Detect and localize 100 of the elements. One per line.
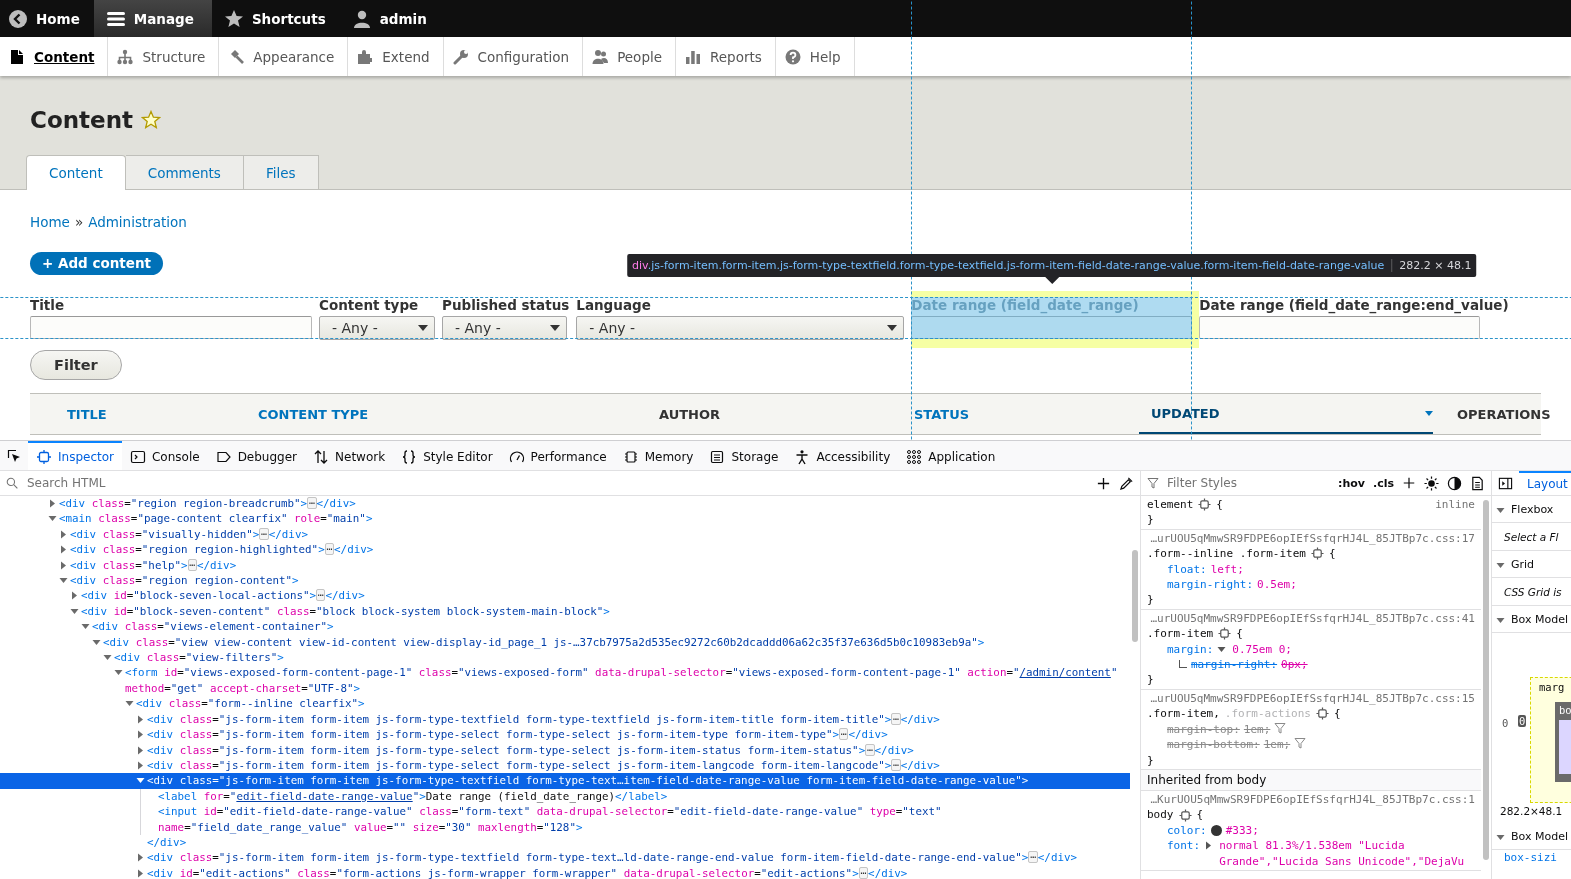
devtools-tab[interactable]: Storage — [701, 441, 787, 470]
dark-theme-button[interactable] — [1447, 475, 1462, 491]
sidebar-toggle-button[interactable] — [1498, 475, 1513, 491]
filter-styles-field[interactable]: Filter Styles — [1167, 476, 1330, 490]
toggle-button[interactable]: .cls — [1372, 476, 1394, 490]
breadcrumb-link[interactable]: Home — [30, 214, 70, 230]
expand-toggle-icon[interactable] — [136, 853, 145, 863]
toolbar-tab[interactable]: Home — [8, 0, 94, 37]
add-rule-button[interactable] — [1402, 476, 1416, 490]
toggle-button[interactable]: :hov — [1338, 476, 1365, 490]
toolbar-tab[interactable]: Shortcuts — [211, 0, 340, 37]
markup-row[interactable]: <div class="view view-content view-id-content view-display-id_page_1 js-…37cb7975a2d535ec9272c60b2dcaddd06a62c35f37e636d5b0c10983eb9a"> — [0, 634, 1130, 651]
markup-row[interactable]: <div class="visually-hidden">⋯</div> — [0, 526, 1130, 543]
markup-row[interactable]: <div class="form--inline clearfix"> — [0, 696, 1130, 712]
devtools-tab[interactable]: Debugger — [207, 441, 306, 470]
section-heading[interactable]: Grid — [1511, 557, 1535, 571]
dropdown[interactable]: - Any - — [319, 316, 435, 340]
expand-toggle-icon[interactable] — [48, 499, 57, 508]
box-value[interactable]: 0 — [1518, 715, 1527, 727]
expand-toggle-icon[interactable] — [59, 545, 68, 555]
column-header[interactable]: TITLE — [55, 394, 246, 434]
expand-toggle-icon[interactable] — [136, 745, 145, 755]
markup-row[interactable]: <div class="region region-highlighted">⋯</div> — [0, 542, 1130, 558]
light-theme-button[interactable] — [1424, 475, 1439, 491]
toolbar-tab[interactable]: admin — [339, 0, 441, 37]
expand-toggle-icon[interactable] — [92, 637, 101, 647]
expand-toggle-icon[interactable] — [1496, 616, 1505, 625]
expand-toggle-icon[interactable] — [70, 606, 79, 616]
dropdown[interactable]: - Any - — [442, 316, 567, 340]
expand-toggle-icon[interactable] — [103, 653, 112, 663]
add-content-button[interactable]: + Add content — [30, 252, 164, 275]
markup-row[interactable]: <div class="js-form-item form-item js-form-type-textfield form-type-text…item-field-date-range-value form-item-field-date-range-value"> — [0, 773, 1130, 789]
column-header[interactable]: STATUS — [902, 394, 1139, 434]
page-tab[interactable]: Files — [243, 155, 319, 189]
expand-icon[interactable] — [1204, 841, 1214, 851]
markup-row[interactable]: <main class="page-content clearfix" role="main"> — [0, 511, 1130, 527]
text-field[interactable] — [1199, 316, 1481, 339]
devtools-tab[interactable]: Console — [122, 441, 208, 470]
markup-row[interactable]: <div class="help">⋯</div> — [0, 557, 1130, 574]
markup-row[interactable]: <div id="block-seven-local-actions">⋯</div> — [0, 588, 1130, 604]
expand-toggle-icon[interactable] — [136, 776, 145, 786]
expand-toggle-icon[interactable] — [59, 576, 68, 586]
expand-toggle-icon[interactable] — [136, 714, 145, 724]
add-node-button[interactable] — [1096, 475, 1111, 491]
scrollbar-thumb[interactable] — [1483, 500, 1489, 860]
devtools-tab[interactable]: Inspector — [28, 441, 122, 470]
dropdown[interactable]: - Any - — [576, 316, 905, 340]
section-heading[interactable]: Box Model — [1511, 829, 1568, 843]
color-swatch[interactable] — [1210, 824, 1222, 836]
expand-toggle-icon[interactable] — [70, 591, 79, 601]
expand-toggle-icon[interactable] — [1496, 833, 1505, 842]
expand-toggle-icon[interactable] — [136, 868, 145, 878]
markup-row[interactable]: <div class="js-form-item form-item js-form-type-select form-type-select js-form-item-langcode form-item-langcode">⋯</div> — [0, 757, 1130, 774]
breadcrumb-link[interactable]: Administration — [88, 214, 187, 230]
devtools-tab[interactable]: Memory — [614, 441, 702, 470]
expand-toggle-icon[interactable] — [1496, 506, 1505, 515]
toolbar-tab[interactable]: Manage — [93, 0, 212, 37]
text-field[interactable] — [30, 316, 312, 339]
section-heading[interactable]: Flexbox — [1511, 502, 1554, 516]
devtools-tab[interactable]: Network — [305, 441, 394, 470]
markup-row[interactable]: <div class="js-form-item form-item js-form-type-select form-type-select js-form-item-type form-item-type">⋯</div> — [0, 727, 1130, 743]
markup-row[interactable]: <div class="region region-breadcrumb">⋯</div> — [0, 496, 1130, 512]
rule-source[interactable]: …KurUOU5qMmwSR9FDPE6opIEfSsfqrHJ4L_85JTBp7c.css:1 — [1147, 791, 1475, 808]
markup-row[interactable]: <div class="views-element-container"> — [0, 619, 1130, 635]
expand-toggle-icon[interactable] — [114, 668, 123, 678]
rule-source[interactable]: …urUOU5qMmwSR9FDPE6opIEfSsfqrHJ4L_85JTBp7c.css:17 — [1147, 530, 1475, 547]
markup-link[interactable]: /admin/content — [1019, 666, 1111, 680]
markup-link[interactable]: edit-field-date-range-value — [236, 789, 413, 803]
expand-toggle-icon[interactable] — [59, 560, 68, 570]
expand-toggle-icon[interactable] — [81, 622, 90, 632]
devtools-tab[interactable]: Style Editor — [393, 441, 501, 470]
expand-toggle-icon[interactable] — [125, 699, 134, 709]
markup-row[interactable]: <label for="edit-field-date-range-value">Date range (field_date_range)</label> — [0, 788, 1130, 805]
markup-row[interactable]: <div class="js-form-item form-item js-form-type-textfield form-type-textfield js-form-item-title form-item-title">⋯</div> — [0, 711, 1130, 728]
page-tab[interactable]: Comments — [125, 155, 244, 189]
column-header[interactable]: AUTHOR — [647, 394, 902, 434]
devtools-tab[interactable]: Application — [898, 441, 1004, 470]
section-heading[interactable]: Box Model — [1511, 612, 1568, 626]
markup-row[interactable]: <div class="view-filters"> — [0, 650, 1130, 666]
column-header[interactable]: UPDATED — [1139, 394, 1433, 434]
markup-row[interactable]: <div class="region region-content"> — [0, 573, 1130, 589]
markup-row[interactable]: <div class="js-form-item form-item js-form-type-select form-type-select js-form-item-status form-item-status">⋯</div> — [0, 742, 1130, 758]
expand-toggle-icon[interactable] — [59, 529, 68, 539]
markup-row[interactable]: <div id="block-seven-content" class="block block-system block-system-main-block"> — [0, 603, 1130, 620]
expand-icon[interactable] — [1217, 644, 1227, 654]
markup-row[interactable]: <div id="edit-actions" class="form-actions js-form-wrapper form-wrapper" data-drupal-selector="edit-actions">⋯</div> — [0, 865, 1130, 879]
page-tab[interactable]: Content — [26, 155, 126, 190]
column-header[interactable]: OPERATIONS — [1445, 394, 1563, 434]
expand-toggle-icon[interactable] — [136, 760, 145, 770]
column-header[interactable]: CONTENT TYPE — [246, 394, 647, 434]
search-field[interactable]: Search HTML — [27, 476, 1088, 490]
layout-tab[interactable]: Layout — [1519, 471, 1571, 495]
eyedropper-button[interactable] — [1119, 475, 1134, 491]
rule-source[interactable]: …urUOU5qMmwSR9FDPE6opIEfSsfqrHJ4L_85JTBp7c.css:15 — [1147, 690, 1475, 707]
expand-toggle-icon[interactable] — [48, 514, 57, 524]
expand-toggle-icon[interactable] — [136, 730, 145, 740]
markup-row[interactable]: <div class="js-form-item form-item js-form-type-textfield form-type-text…ld-date-range-end-value form-item-field-date-range-end-value">⋯</div> — [0, 850, 1130, 866]
scrollbar-thumb[interactable] — [1132, 550, 1138, 642]
devtools-tab[interactable]: Accessibility — [786, 441, 899, 470]
expand-toggle-icon[interactable] — [1496, 561, 1505, 570]
